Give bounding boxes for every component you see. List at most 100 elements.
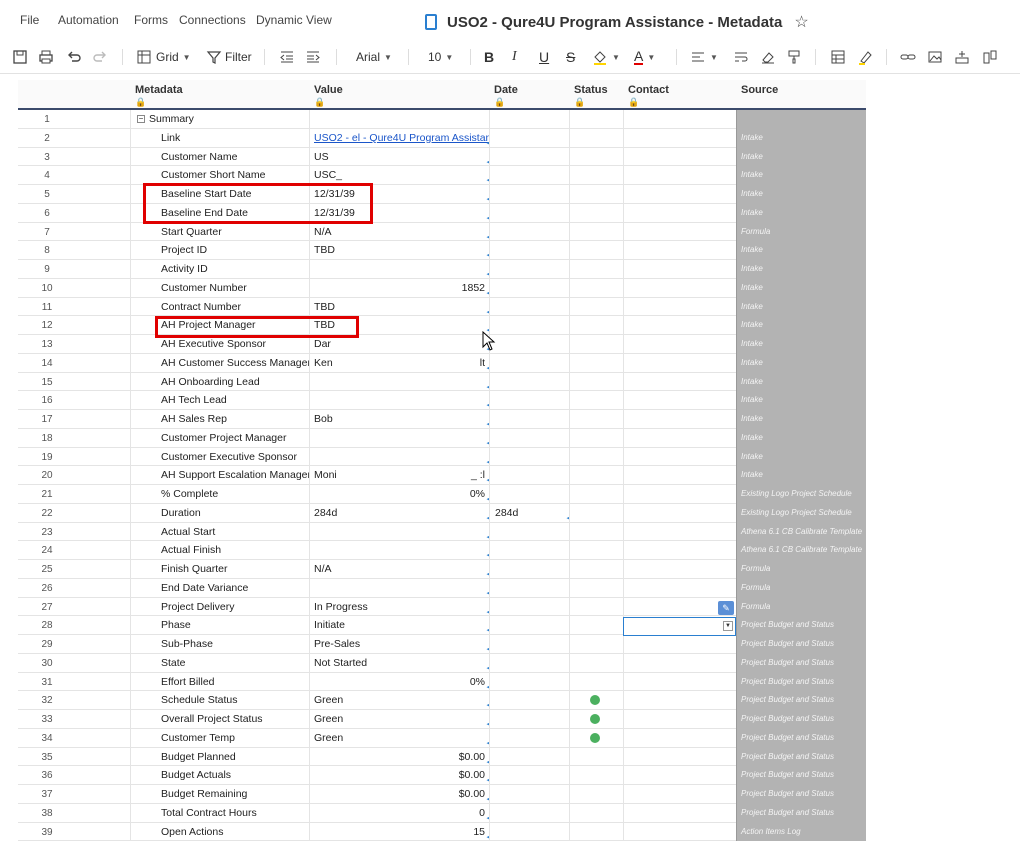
source-cell[interactable]: Project Budget and Status bbox=[736, 728, 866, 748]
table-row[interactable]: 38 Total Contract Hours 0◂ Project Budget a… bbox=[18, 803, 866, 823]
status-cell[interactable] bbox=[569, 410, 623, 429]
table-row[interactable]: 8 Project ID TBD◂ Intake bbox=[18, 241, 866, 260]
source-cell[interactable]: Project Budget and Status bbox=[736, 672, 866, 692]
metadata-cell[interactable]: Sub-Phase bbox=[130, 635, 309, 654]
contact-cell[interactable] bbox=[623, 785, 736, 804]
table-row[interactable]: 27 Project Delivery In Progress◂ Formula bbox=[18, 597, 866, 617]
date-cell[interactable] bbox=[489, 672, 569, 692]
contact-cell[interactable] bbox=[623, 447, 736, 467]
status-cell[interactable] bbox=[569, 522, 623, 542]
value-cell[interactable]: 0%◂ bbox=[309, 485, 489, 504]
table-row[interactable]: 28 Phase Initiate◂ Project Budget and Statu… bbox=[18, 616, 866, 635]
source-cell[interactable]: Project Budget and Status bbox=[736, 747, 866, 767]
wrap-text-icon[interactable] bbox=[733, 48, 749, 66]
table-row[interactable]: 31 Effort Billed 0%◂ Project Budget and Sta… bbox=[18, 672, 866, 692]
source-cell[interactable]: Athena 6.1 CB Calibrate Template bbox=[736, 541, 866, 560]
table-row[interactable]: 34 Customer Temp Green◂ Project Budget and … bbox=[18, 728, 866, 748]
table-row[interactable]: 24 Actual Finish ◂ Athena 6.1 CB Calibrate … bbox=[18, 541, 866, 560]
source-cell[interactable]: Intake bbox=[736, 428, 866, 448]
metadata-cell[interactable]: Budget Actuals bbox=[130, 766, 309, 785]
value-cell[interactable]: N/A◂ bbox=[309, 222, 489, 242]
date-cell[interactable] bbox=[489, 522, 569, 542]
metadata-cell[interactable]: AH Tech Lead bbox=[130, 391, 309, 410]
status-cell[interactable] bbox=[569, 147, 623, 167]
metadata-cell[interactable]: Actual Finish bbox=[130, 541, 309, 560]
status-cell[interactable] bbox=[569, 635, 623, 654]
redo-icon[interactable] bbox=[92, 48, 108, 66]
metadata-cell[interactable]: Finish Quarter bbox=[130, 560, 309, 579]
source-cell[interactable]: Project Budget and Status bbox=[736, 653, 866, 673]
status-cell[interactable] bbox=[569, 710, 623, 729]
status-cell[interactable] bbox=[569, 691, 623, 710]
link-text[interactable]: USO2 - el - Qure4U Program Assistanc bbox=[314, 132, 489, 144]
table-row[interactable]: 14AH Customer Success ManagerKenlt◂Intak… bbox=[18, 353, 866, 373]
highlight-icon[interactable] bbox=[857, 48, 873, 66]
value-cell[interactable]: TBD◂ bbox=[309, 297, 489, 317]
contact-cell[interactable] bbox=[623, 128, 736, 148]
fill-color-icon[interactable]: ▼ bbox=[592, 48, 620, 66]
contact-cell[interactable] bbox=[623, 391, 736, 410]
status-cell[interactable] bbox=[569, 335, 623, 354]
date-cell[interactable] bbox=[489, 260, 569, 279]
source-cell[interactable] bbox=[736, 110, 866, 129]
metadata-cell[interactable]: Duration bbox=[130, 503, 309, 523]
status-cell[interactable] bbox=[569, 316, 623, 335]
contact-cell[interactable] bbox=[623, 803, 736, 823]
strikethrough-icon[interactable]: S bbox=[566, 48, 575, 66]
date-cell[interactable] bbox=[489, 372, 569, 392]
save-icon[interactable] bbox=[12, 48, 28, 66]
source-cell[interactable]: Formula bbox=[736, 578, 866, 598]
undo-icon[interactable] bbox=[66, 48, 82, 66]
metadata-cell[interactable]: Customer Temp bbox=[130, 728, 309, 748]
table-row[interactable]: 18 Customer Project Manager ◂ Intake bbox=[18, 428, 866, 448]
metadata-cell[interactable]: Baseline End Date bbox=[130, 203, 309, 223]
date-cell[interactable] bbox=[489, 147, 569, 167]
table-row[interactable]: 2 Link USO2 - el - Qure4U Program Assistan… bbox=[18, 128, 866, 148]
source-cell[interactable]: Formula bbox=[736, 560, 866, 579]
value-cell[interactable]: 12/31/39◂ bbox=[309, 185, 489, 204]
contact-cell[interactable] bbox=[623, 222, 736, 242]
font-size-select[interactable]: 10 ▼ bbox=[428, 48, 453, 66]
table-row[interactable]: 5 Baseline Start Date 12/31/39◂ Intake bbox=[18, 185, 866, 204]
table-row[interactable]: 11 Contract Number TBD◂ Intake bbox=[18, 297, 866, 317]
status-cell[interactable] bbox=[569, 672, 623, 692]
date-cell[interactable] bbox=[489, 466, 569, 485]
menu-automation[interactable]: Automation bbox=[58, 13, 119, 27]
status-cell[interactable] bbox=[569, 578, 623, 598]
status-cell[interactable] bbox=[569, 560, 623, 579]
status-cell[interactable] bbox=[569, 653, 623, 673]
collapse-icon[interactable]: − bbox=[137, 115, 145, 124]
contact-cell[interactable] bbox=[623, 822, 736, 842]
date-cell[interactable] bbox=[489, 335, 569, 354]
metadata-cell[interactable]: Schedule Status bbox=[130, 691, 309, 710]
source-cell[interactable]: Athena 6.1 CB Calibrate Template bbox=[736, 522, 866, 542]
date-cell[interactable]: 284d◂ bbox=[489, 503, 569, 523]
date-cell[interactable] bbox=[489, 222, 569, 242]
contact-cell[interactable] bbox=[623, 578, 736, 598]
metadata-cell[interactable]: − Summary bbox=[130, 110, 309, 129]
date-cell[interactable] bbox=[489, 316, 569, 335]
date-cell[interactable] bbox=[489, 560, 569, 579]
clear-format-icon[interactable] bbox=[760, 48, 776, 66]
value-cell[interactable]: USC_◂ bbox=[309, 166, 489, 185]
date-cell[interactable] bbox=[489, 635, 569, 654]
contact-cell[interactable] bbox=[623, 410, 736, 429]
value-cell[interactable]: 0%◂ bbox=[309, 672, 489, 692]
source-cell[interactable]: Intake bbox=[736, 203, 866, 223]
grid-view-button[interactable]: Grid ▼ bbox=[136, 48, 191, 66]
source-cell[interactable]: Intake bbox=[736, 447, 866, 467]
contact-cell[interactable] bbox=[623, 485, 736, 504]
contact-cell[interactable] bbox=[623, 260, 736, 279]
value-cell[interactable]: ◂ bbox=[309, 391, 489, 410]
source-cell[interactable]: Intake bbox=[736, 466, 866, 485]
metadata-cell[interactable]: Budget Planned bbox=[130, 747, 309, 767]
table-row[interactable]: 23 Actual Start ◂ Athena 6.1 CB Calibrate T… bbox=[18, 522, 866, 542]
status-cell[interactable] bbox=[569, 297, 623, 317]
metadata-cell[interactable]: % Complete bbox=[130, 485, 309, 504]
insert-row-icon[interactable] bbox=[954, 48, 970, 66]
status-cell[interactable] bbox=[569, 616, 623, 635]
contact-cell[interactable] bbox=[623, 241, 736, 260]
value-cell[interactable]: 284d◂ bbox=[309, 503, 489, 523]
column-header-value[interactable]: Value 🔒 bbox=[309, 80, 489, 110]
date-cell[interactable] bbox=[489, 391, 569, 410]
